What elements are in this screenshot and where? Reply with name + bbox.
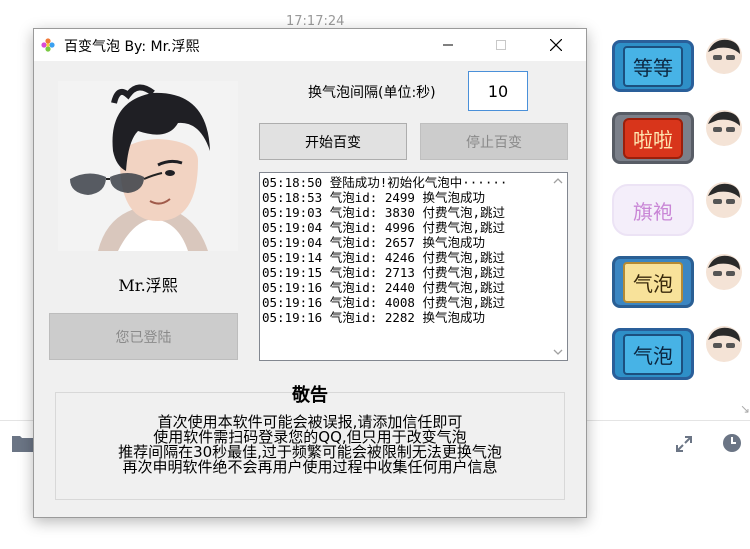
bubble-preview-5: 气泡 [612, 328, 694, 380]
maximize-icon [496, 40, 506, 50]
log-line: 05:19:04 气泡id: 4996 付费气泡,跳过 [262, 220, 505, 235]
chat-avatar [706, 182, 742, 218]
folder-icon[interactable] [12, 434, 34, 452]
log-line: 05:19:15 气泡id: 2713 付费气泡,跳过 [262, 265, 505, 280]
log-lines: 05:18:50 登陆成功!初始化气泡中······ 05:18:53 气泡id… [262, 175, 547, 325]
maximize-button[interactable] [478, 29, 524, 61]
scroll-down-icon[interactable] [553, 348, 563, 356]
bubble-preview-1: 等等 [612, 40, 694, 92]
minimize-icon [443, 44, 453, 46]
chat-avatar [706, 326, 742, 362]
scroll-up-icon[interactable] [553, 177, 563, 185]
minimize-button[interactable] [425, 29, 471, 61]
bubble-preview-3: 旗袍 [612, 184, 694, 236]
close-icon [550, 39, 562, 51]
user-name: Mr.浮熙 [118, 276, 178, 295]
notice-title: 敬告 [292, 385, 328, 406]
log-line: 05:19:16 气泡id: 2440 付费气泡,跳过 [262, 280, 505, 295]
bubble-text: 啦啦 [623, 117, 683, 159]
bubble-text: 气泡 [623, 261, 683, 303]
log-line: 05:19:16 气泡id: 2282 换气泡成功 [262, 310, 485, 325]
stop-button[interactable]: 停止百变 [420, 123, 568, 160]
chat-avatar [706, 110, 742, 146]
notice-lines: 首次使用本软件可能会被误报,请添加信任即可 使用软件需扫码登录您的QQ,但只用于… [56, 415, 564, 475]
bubble-preview-2: 啦啦 [612, 112, 694, 164]
bubble-text: 等等 [623, 45, 683, 87]
log-line: 05:18:53 气泡id: 2499 换气泡成功 [262, 190, 485, 205]
interval-input[interactable] [468, 71, 528, 111]
log-line: 05:18:50 登陆成功!初始化气泡中······ [262, 175, 508, 190]
chat-avatar [706, 254, 742, 290]
login-button[interactable]: 您已登陆 [49, 313, 238, 360]
log-scrollbar[interactable] [550, 173, 567, 360]
title-bar[interactable]: 百变气泡 By: Mr.浮熙 [34, 29, 586, 61]
log-line: 05:19:14 气泡id: 4246 付费气泡,跳过 [262, 250, 505, 265]
bubble-preview-4: 气泡 [612, 256, 694, 308]
chat-timestamp: 17:17:24 [286, 14, 345, 29]
start-button[interactable]: 开始百变 [259, 123, 407, 160]
chat-avatar [706, 38, 742, 74]
log-box[interactable]: 05:18:50 登陆成功!初始化气泡中······ 05:18:53 气泡id… [259, 172, 568, 361]
app-window: 百变气泡 By: Mr.浮熙 Mr.浮熙 您已登陆 换气泡间隔(单位:秒) 开始… [33, 28, 587, 518]
close-button[interactable] [533, 29, 579, 61]
interval-label: 换气泡间隔(单位:秒) [308, 85, 436, 101]
notice-box: 首次使用本软件可能会被误报,请添加信任即可 使用软件需扫码登录您的QQ,但只用于… [55, 392, 565, 500]
bubble-text: 气泡 [623, 333, 683, 375]
log-line: 05:19:16 气泡id: 4008 付费气泡,跳过 [262, 295, 505, 310]
chevron-icon: ↘ [740, 402, 750, 416]
notice-line: 再次申明软件绝不会再用户使用过程中收集任何用户信息 [122, 458, 498, 476]
log-line: 05:19:04 气泡id: 2657 换气泡成功 [262, 235, 485, 250]
window-title: 百变气泡 By: Mr.浮熙 [64, 39, 200, 55]
expand-icon[interactable] [674, 434, 694, 454]
user-photo [58, 81, 238, 251]
flower-icon [41, 38, 55, 52]
clock-icon[interactable] [722, 433, 742, 453]
log-line: 05:19:03 气泡id: 3830 付费气泡,跳过 [262, 205, 505, 220]
bubble-text: 旗袍 [633, 199, 673, 224]
